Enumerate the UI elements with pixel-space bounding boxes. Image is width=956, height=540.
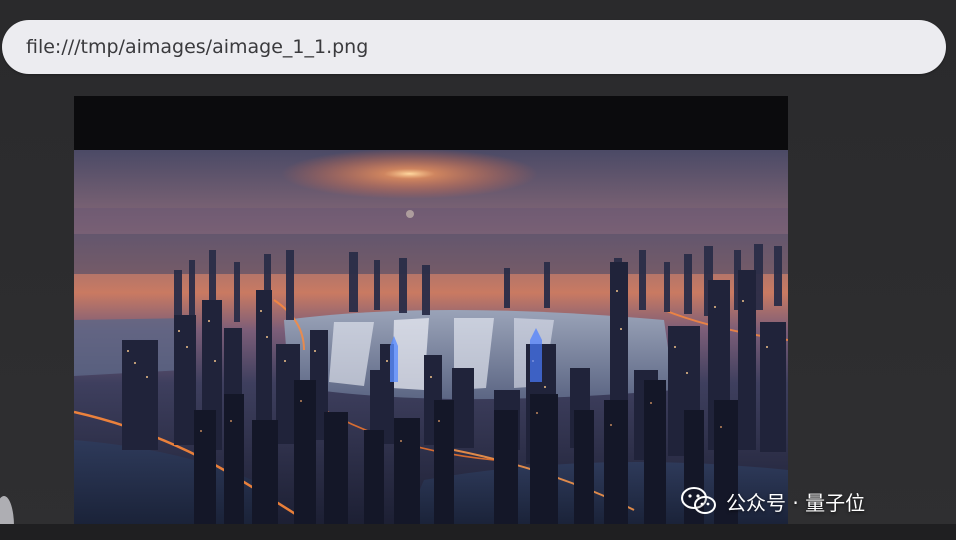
city-skyline-image xyxy=(74,150,788,526)
image-viewer xyxy=(74,96,788,526)
bottom-bar xyxy=(0,524,956,540)
url-text[interactable]: file:///tmp/aimages/aimage_1_1.png xyxy=(26,36,368,58)
watermark: 公众号 · 量子位 xyxy=(680,484,865,518)
wechat-icon xyxy=(681,487,716,514)
browser-window: file:///tmp/aimages/aimage_1_1.png 公众号 ·… xyxy=(0,0,956,540)
watermark-text: 公众号 · 量子位 xyxy=(726,490,866,515)
city-skyline-illustration xyxy=(74,150,788,526)
address-bar[interactable]: file:///tmp/aimages/aimage_1_1.png xyxy=(2,20,946,74)
